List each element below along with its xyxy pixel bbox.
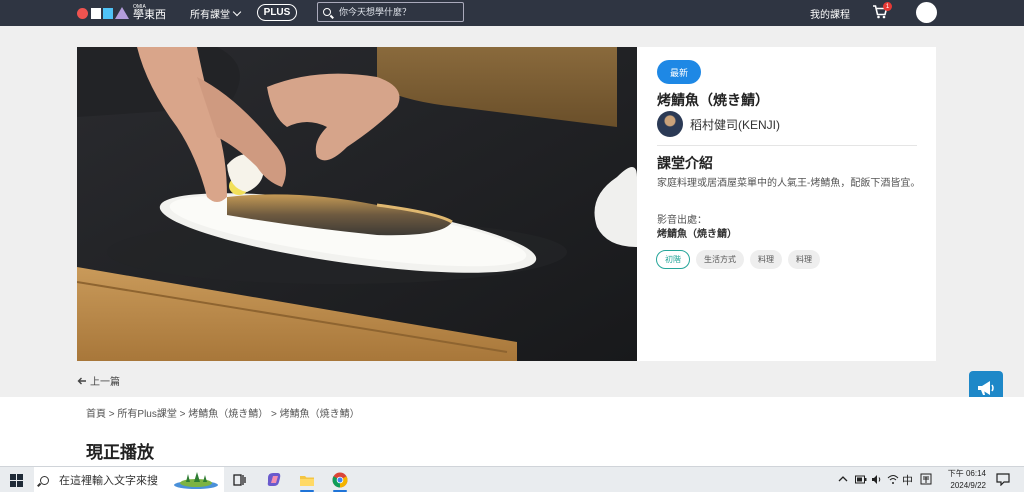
cart-count-badge: 1 xyxy=(883,2,892,11)
chrome-icon[interactable] xyxy=(330,470,350,490)
clock-date: 2024/9/22 xyxy=(950,481,986,490)
search-icon xyxy=(40,475,49,485)
logo-mark-triangle xyxy=(115,7,129,19)
system-clock[interactable]: 下午 06:14 2024/9/22 xyxy=(944,468,986,492)
task-view-icon[interactable] xyxy=(230,470,250,490)
megaphone-icon xyxy=(978,380,994,395)
tag-list: 初階 生活方式 料理 料理 xyxy=(656,250,820,269)
course-info-panel: 最新 烤鯖魚（焼き鯖） 稻村健司(KENJI) 課堂介紹 家庭料理或居酒屋菜單中… xyxy=(637,47,936,361)
arrow-left-icon xyxy=(77,377,86,384)
breadcrumb-current: 烤鯖魚（焼き鯖） xyxy=(279,409,360,420)
video-frame-image xyxy=(77,47,637,361)
logo-mark-square-blue xyxy=(103,7,113,19)
logo-mark-square xyxy=(91,7,101,19)
file-explorer-icon[interactable] xyxy=(297,470,317,490)
teacher-avatar xyxy=(657,111,683,137)
breadcrumb-course[interactable]: 烤鯖魚（焼き鯖） xyxy=(188,409,268,420)
previous-link[interactable]: 上一篇 xyxy=(77,373,120,388)
source-label: 影音出處： xyxy=(657,215,707,226)
divider xyxy=(657,145,917,146)
user-avatar[interactable] xyxy=(916,2,937,23)
previous-label: 上一篇 xyxy=(90,377,120,388)
copilot-icon[interactable] xyxy=(264,470,284,490)
search-icon xyxy=(323,8,331,16)
logo-text: OMIA 學東西 xyxy=(133,5,166,21)
breadcrumb-all-plus[interactable]: 所有Plus課堂 xyxy=(117,409,176,420)
notification-icon[interactable] xyxy=(996,473,1010,486)
clock-time: 下午 06:14 xyxy=(947,469,986,478)
breadcrumb-home[interactable]: 首頁 xyxy=(86,409,106,420)
plus-button[interactable]: PLUS xyxy=(257,4,297,21)
breadcrumb-separator: > xyxy=(176,409,189,420)
search-highlight-island-icon[interactable] xyxy=(172,471,220,490)
breadcrumb-separator: > xyxy=(268,409,280,420)
battery-icon[interactable] xyxy=(855,475,867,484)
taskbar-search-text: 在這裡輸入文字來搜 xyxy=(59,475,158,487)
video-player[interactable] xyxy=(77,47,637,361)
intro-heading: 課堂介紹 xyxy=(657,155,713,171)
logo-brand-big: 學東西 xyxy=(133,9,166,21)
windows-start-icon[interactable] xyxy=(10,474,23,487)
new-badge: 最新 xyxy=(657,60,701,84)
breadcrumb-separator: > xyxy=(106,409,118,420)
source-value: 烤鯖魚（焼き鯖） xyxy=(657,229,737,240)
all-courses-label: 所有課堂 xyxy=(190,10,230,21)
intro-description: 家庭料理或居酒屋菜單中的人氣王-烤鯖魚，配飯下酒皆宜。 xyxy=(657,178,921,189)
all-courses-menu[interactable]: 所有課堂 xyxy=(190,6,242,21)
search-box[interactable] xyxy=(317,2,464,22)
now-playing-heading: 現正播放 xyxy=(86,443,154,462)
ime-indicator[interactable]: 中 xyxy=(902,472,913,488)
tag-item[interactable]: 生活方式 xyxy=(696,250,744,269)
teacher-name: 稻村健司(KENJI) xyxy=(690,117,781,132)
tag-item[interactable]: 料理 xyxy=(750,250,782,269)
breadcrumb: 首頁 > 所有Plus課堂 > 烤鯖魚（焼き鯖） > 烤鯖魚（焼き鯖） xyxy=(86,405,360,420)
teacher-link[interactable]: 稻村健司(KENJI) xyxy=(657,111,780,137)
tag-item[interactable]: 料理 xyxy=(788,250,820,269)
logo-mark-circle xyxy=(77,7,88,19)
content-section: 首頁 > 所有Plus課堂 > 烤鯖魚（焼き鯖） > 烤鯖魚（焼き鯖） 現正播放 xyxy=(0,397,1024,466)
wifi-icon[interactable] xyxy=(887,474,899,485)
course-title: 烤鯖魚（焼き鯖） xyxy=(657,92,769,108)
volume-icon[interactable] xyxy=(871,474,883,485)
taskbar: 在這裡輸入文字來搜 中 下午 06:14 2024/9/22 xyxy=(0,466,1024,492)
ime-mode-icon[interactable] xyxy=(920,473,932,485)
search-input[interactable] xyxy=(339,7,459,17)
tag-level[interactable]: 初階 xyxy=(656,250,690,269)
my-courses-link[interactable]: 我的課程 xyxy=(810,6,850,21)
site-logo[interactable]: OMIA 學東西 xyxy=(77,4,166,22)
chevron-down-icon xyxy=(232,7,242,17)
top-navbar: OMIA 學東西 所有課堂 PLUS 我的課程 1 xyxy=(0,0,1024,26)
chevron-up-icon[interactable] xyxy=(838,475,848,483)
